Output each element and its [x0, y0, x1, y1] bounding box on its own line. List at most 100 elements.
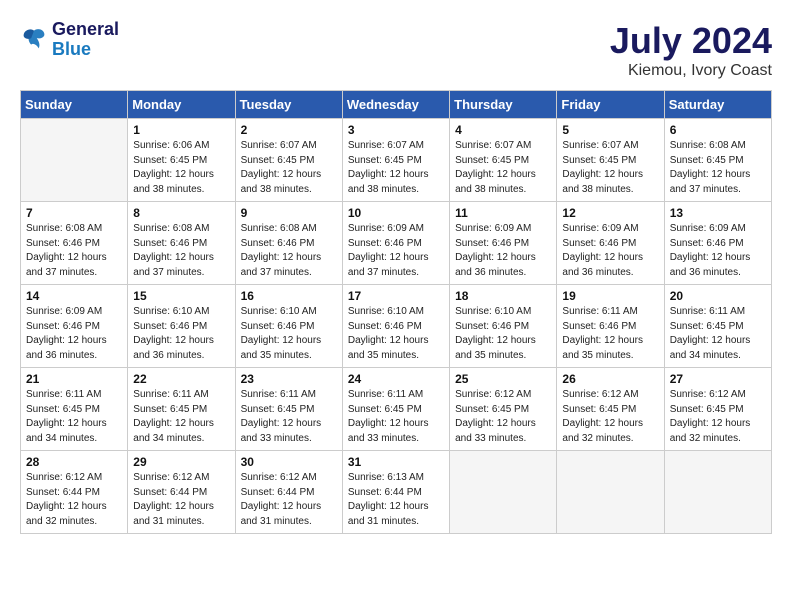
- day-number: 26: [562, 372, 658, 386]
- day-info: Sunrise: 6:07 AM Sunset: 6:45 PM Dayligh…: [241, 139, 337, 197]
- calendar-cell: 25 Sunrise: 6:12 AM Sunset: 6:45 PM Dayl…: [450, 368, 557, 451]
- calendar-cell: 14 Sunrise: 6:09 AM Sunset: 6:46 PM Dayl…: [21, 285, 128, 368]
- day-number: 1: [133, 123, 229, 137]
- weekday-sunday: Sunday: [21, 91, 128, 119]
- day-number: 31: [348, 455, 444, 469]
- day-number: 25: [455, 372, 551, 386]
- calendar-cell: 22 Sunrise: 6:11 AM Sunset: 6:45 PM Dayl…: [128, 368, 235, 451]
- day-number: 18: [455, 289, 551, 303]
- weekday-tuesday: Tuesday: [235, 91, 342, 119]
- day-info: Sunrise: 6:06 AM Sunset: 6:45 PM Dayligh…: [133, 139, 229, 197]
- calendar-cell: 15 Sunrise: 6:10 AM Sunset: 6:46 PM Dayl…: [128, 285, 235, 368]
- location-title: Kiemou, Ivory Coast: [610, 62, 772, 80]
- calendar-cell: [664, 451, 771, 534]
- logo-line2: Blue: [52, 40, 119, 60]
- weekday-header-row: SundayMondayTuesdayWednesdayThursdayFrid…: [21, 91, 772, 119]
- weekday-thursday: Thursday: [450, 91, 557, 119]
- calendar-cell: 30 Sunrise: 6:12 AM Sunset: 6:44 PM Dayl…: [235, 451, 342, 534]
- day-info: Sunrise: 6:10 AM Sunset: 6:46 PM Dayligh…: [133, 305, 229, 363]
- day-info: Sunrise: 6:11 AM Sunset: 6:46 PM Dayligh…: [562, 305, 658, 363]
- calendar-cell: 10 Sunrise: 6:09 AM Sunset: 6:46 PM Dayl…: [342, 202, 449, 285]
- calendar-cell: 17 Sunrise: 6:10 AM Sunset: 6:46 PM Dayl…: [342, 285, 449, 368]
- day-number: 9: [241, 206, 337, 220]
- logo: General Blue: [20, 20, 119, 60]
- day-info: Sunrise: 6:09 AM Sunset: 6:46 PM Dayligh…: [562, 222, 658, 280]
- calendar-cell: 29 Sunrise: 6:12 AM Sunset: 6:44 PM Dayl…: [128, 451, 235, 534]
- week-row-5: 28 Sunrise: 6:12 AM Sunset: 6:44 PM Dayl…: [21, 451, 772, 534]
- calendar-cell: 1 Sunrise: 6:06 AM Sunset: 6:45 PM Dayli…: [128, 119, 235, 202]
- calendar-table: SundayMondayTuesdayWednesdayThursdayFrid…: [20, 90, 772, 534]
- calendar-cell: 24 Sunrise: 6:11 AM Sunset: 6:45 PM Dayl…: [342, 368, 449, 451]
- day-number: 22: [133, 372, 229, 386]
- day-number: 23: [241, 372, 337, 386]
- day-info: Sunrise: 6:10 AM Sunset: 6:46 PM Dayligh…: [241, 305, 337, 363]
- title-area: July 2024 Kiemou, Ivory Coast: [610, 20, 772, 80]
- calendar-cell: 19 Sunrise: 6:11 AM Sunset: 6:46 PM Dayl…: [557, 285, 664, 368]
- calendar-cell: 26 Sunrise: 6:12 AM Sunset: 6:45 PM Dayl…: [557, 368, 664, 451]
- day-info: Sunrise: 6:12 AM Sunset: 6:44 PM Dayligh…: [241, 471, 337, 529]
- calendar-body: 1 Sunrise: 6:06 AM Sunset: 6:45 PM Dayli…: [21, 119, 772, 534]
- day-number: 24: [348, 372, 444, 386]
- day-info: Sunrise: 6:07 AM Sunset: 6:45 PM Dayligh…: [455, 139, 551, 197]
- calendar-cell: 3 Sunrise: 6:07 AM Sunset: 6:45 PM Dayli…: [342, 119, 449, 202]
- day-info: Sunrise: 6:08 AM Sunset: 6:46 PM Dayligh…: [241, 222, 337, 280]
- page-header: General Blue July 2024 Kiemou, Ivory Coa…: [20, 20, 772, 80]
- calendar-cell: [21, 119, 128, 202]
- day-number: 21: [26, 372, 122, 386]
- calendar-cell: 18 Sunrise: 6:10 AM Sunset: 6:46 PM Dayl…: [450, 285, 557, 368]
- week-row-3: 14 Sunrise: 6:09 AM Sunset: 6:46 PM Dayl…: [21, 285, 772, 368]
- calendar-cell: 28 Sunrise: 6:12 AM Sunset: 6:44 PM Dayl…: [21, 451, 128, 534]
- day-info: Sunrise: 6:12 AM Sunset: 6:45 PM Dayligh…: [562, 388, 658, 446]
- calendar-cell: 2 Sunrise: 6:07 AM Sunset: 6:45 PM Dayli…: [235, 119, 342, 202]
- day-info: Sunrise: 6:11 AM Sunset: 6:45 PM Dayligh…: [670, 305, 766, 363]
- calendar-cell: 16 Sunrise: 6:10 AM Sunset: 6:46 PM Dayl…: [235, 285, 342, 368]
- day-info: Sunrise: 6:12 AM Sunset: 6:44 PM Dayligh…: [133, 471, 229, 529]
- day-number: 30: [241, 455, 337, 469]
- calendar-cell: 20 Sunrise: 6:11 AM Sunset: 6:45 PM Dayl…: [664, 285, 771, 368]
- day-info: Sunrise: 6:13 AM Sunset: 6:44 PM Dayligh…: [348, 471, 444, 529]
- day-number: 13: [670, 206, 766, 220]
- calendar-cell: [450, 451, 557, 534]
- day-number: 8: [133, 206, 229, 220]
- calendar-cell: 13 Sunrise: 6:09 AM Sunset: 6:46 PM Dayl…: [664, 202, 771, 285]
- day-info: Sunrise: 6:08 AM Sunset: 6:45 PM Dayligh…: [670, 139, 766, 197]
- day-info: Sunrise: 6:09 AM Sunset: 6:46 PM Dayligh…: [348, 222, 444, 280]
- day-number: 3: [348, 123, 444, 137]
- day-info: Sunrise: 6:11 AM Sunset: 6:45 PM Dayligh…: [133, 388, 229, 446]
- calendar-cell: 5 Sunrise: 6:07 AM Sunset: 6:45 PM Dayli…: [557, 119, 664, 202]
- day-info: Sunrise: 6:11 AM Sunset: 6:45 PM Dayligh…: [241, 388, 337, 446]
- month-title: July 2024: [610, 20, 772, 62]
- day-info: Sunrise: 6:07 AM Sunset: 6:45 PM Dayligh…: [562, 139, 658, 197]
- day-number: 2: [241, 123, 337, 137]
- day-number: 17: [348, 289, 444, 303]
- calendar-cell: 23 Sunrise: 6:11 AM Sunset: 6:45 PM Dayl…: [235, 368, 342, 451]
- day-info: Sunrise: 6:12 AM Sunset: 6:44 PM Dayligh…: [26, 471, 122, 529]
- calendar-cell: 4 Sunrise: 6:07 AM Sunset: 6:45 PM Dayli…: [450, 119, 557, 202]
- weekday-wednesday: Wednesday: [342, 91, 449, 119]
- day-number: 29: [133, 455, 229, 469]
- day-number: 28: [26, 455, 122, 469]
- week-row-2: 7 Sunrise: 6:08 AM Sunset: 6:46 PM Dayli…: [21, 202, 772, 285]
- day-info: Sunrise: 6:10 AM Sunset: 6:46 PM Dayligh…: [455, 305, 551, 363]
- day-info: Sunrise: 6:08 AM Sunset: 6:46 PM Dayligh…: [26, 222, 122, 280]
- day-number: 7: [26, 206, 122, 220]
- calendar-cell: 11 Sunrise: 6:09 AM Sunset: 6:46 PM Dayl…: [450, 202, 557, 285]
- day-number: 27: [670, 372, 766, 386]
- day-info: Sunrise: 6:07 AM Sunset: 6:45 PM Dayligh…: [348, 139, 444, 197]
- calendar-cell: [557, 451, 664, 534]
- week-row-1: 1 Sunrise: 6:06 AM Sunset: 6:45 PM Dayli…: [21, 119, 772, 202]
- day-number: 11: [455, 206, 551, 220]
- day-info: Sunrise: 6:09 AM Sunset: 6:46 PM Dayligh…: [670, 222, 766, 280]
- calendar-cell: 31 Sunrise: 6:13 AM Sunset: 6:44 PM Dayl…: [342, 451, 449, 534]
- calendar-cell: 12 Sunrise: 6:09 AM Sunset: 6:46 PM Dayl…: [557, 202, 664, 285]
- day-info: Sunrise: 6:10 AM Sunset: 6:46 PM Dayligh…: [348, 305, 444, 363]
- day-number: 20: [670, 289, 766, 303]
- day-info: Sunrise: 6:11 AM Sunset: 6:45 PM Dayligh…: [348, 388, 444, 446]
- day-number: 10: [348, 206, 444, 220]
- day-number: 15: [133, 289, 229, 303]
- day-number: 12: [562, 206, 658, 220]
- day-info: Sunrise: 6:08 AM Sunset: 6:46 PM Dayligh…: [133, 222, 229, 280]
- day-number: 6: [670, 123, 766, 137]
- weekday-monday: Monday: [128, 91, 235, 119]
- day-info: Sunrise: 6:09 AM Sunset: 6:46 PM Dayligh…: [455, 222, 551, 280]
